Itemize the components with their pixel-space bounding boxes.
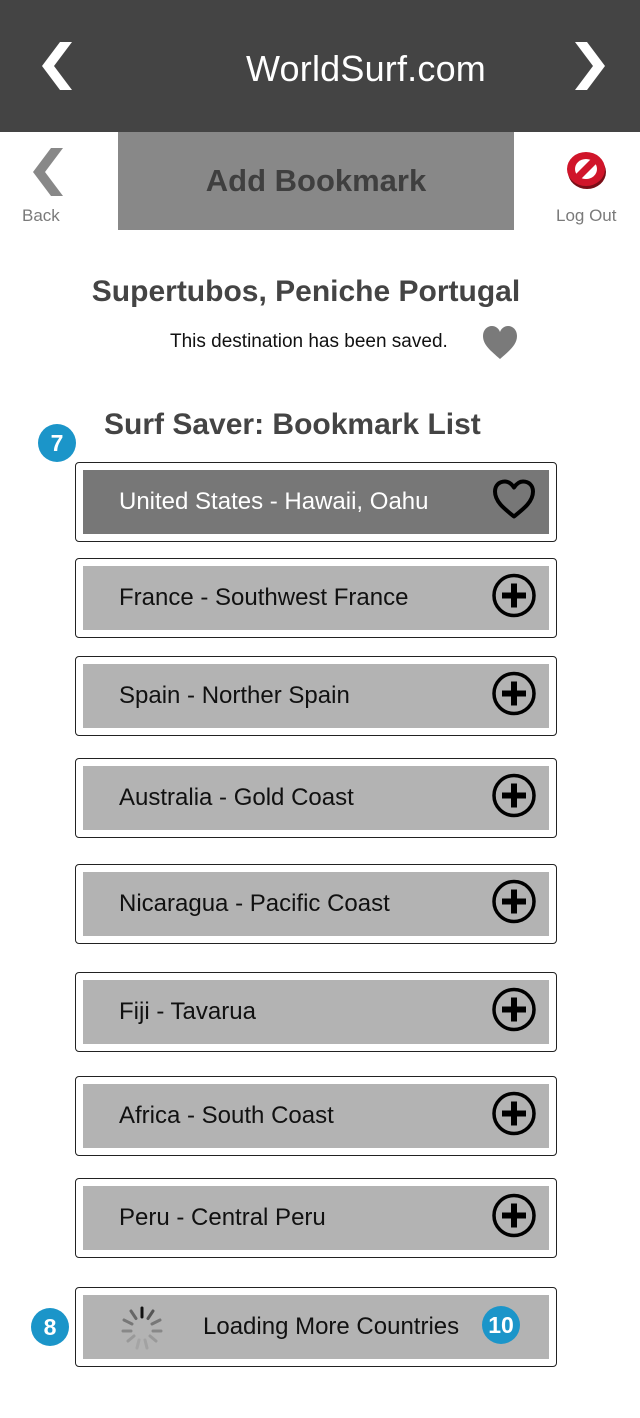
bookmark-item[interactable]: Australia - Gold Coast xyxy=(75,758,557,838)
bookmark-item-label: United States - Hawaii, Oahu xyxy=(119,488,429,515)
bookmark-item-bg: Peru - Central Peru xyxy=(83,1186,549,1250)
bookmark-item[interactable]: Nicaragua - Pacific Coast xyxy=(75,864,557,944)
bookmark-item-label: Peru - Central Peru xyxy=(119,1204,326,1231)
bookmark-item-bg: Fiji - Tavarua xyxy=(83,980,549,1044)
no-entry-icon xyxy=(567,152,606,189)
spinner-icon xyxy=(117,1304,167,1359)
bookmark-list-title: Surf Saver: Bookmark List xyxy=(104,408,481,441)
bookmark-item-label: Fiji - Tavarua xyxy=(119,998,256,1025)
bookmark-item[interactable]: Africa - South Coast xyxy=(75,1076,557,1156)
bookmark-item-label: Spain - Norther Spain xyxy=(119,682,350,709)
load-more-label: Loading More Countries xyxy=(203,1313,460,1340)
bookmark-item-bg: Australia - Gold Coast xyxy=(83,766,549,830)
bookmark-item[interactable]: Peru - Central Peru xyxy=(75,1178,557,1258)
bookmark-item-label: France - Southwest France xyxy=(119,584,409,611)
plus-circle-icon[interactable] xyxy=(491,1193,537,1244)
plus-circle-icon[interactable] xyxy=(491,573,537,624)
load-more-bg: Loading More Countries xyxy=(83,1295,549,1359)
bookmark-item[interactable]: United States - Hawaii, Oahu xyxy=(75,462,557,542)
plus-circle-icon[interactable] xyxy=(491,879,537,930)
heart-icon xyxy=(481,325,519,366)
bookmark-item-label: Australia - Gold Coast xyxy=(119,784,354,811)
chevron-right-icon[interactable] xyxy=(573,40,609,97)
annotation-badge: 10 xyxy=(482,1306,520,1344)
saved-message: This destination has been saved. xyxy=(170,331,448,352)
bookmark-item-label: Nicaragua - Pacific Coast xyxy=(119,890,390,917)
back-label: Back xyxy=(22,206,60,225)
back-chevron-icon xyxy=(33,148,63,196)
bookmark-item-bg: Nicaragua - Pacific Coast xyxy=(83,872,549,936)
app-header: WorldSurf.com xyxy=(0,0,640,132)
tab-add-bookmark[interactable]: Add Bookmark xyxy=(118,132,514,230)
plus-circle-icon[interactable] xyxy=(491,1091,537,1142)
bookmark-item-label: Africa - South Coast xyxy=(119,1102,334,1129)
logout-button[interactable]: Log Out xyxy=(548,148,624,228)
bookmark-item-bg: United States - Hawaii, Oahu xyxy=(83,470,549,534)
annotation-badge: 7 xyxy=(38,424,76,462)
site-title: WorldSurf.com xyxy=(246,48,486,89)
bookmark-item-bg: Spain - Norther Spain xyxy=(83,664,549,728)
bookmark-item[interactable]: Spain - Norther Spain xyxy=(75,656,557,736)
plus-circle-icon[interactable] xyxy=(491,987,537,1038)
bookmark-item-bg: France - Southwest France xyxy=(83,566,549,630)
destination-title: Supertubos, Peniche Portugal xyxy=(91,275,521,308)
logout-label: Log Out xyxy=(556,206,617,225)
back-button[interactable]: Back xyxy=(22,146,68,225)
plus-circle-icon[interactable] xyxy=(491,773,537,824)
plus-circle-icon[interactable] xyxy=(491,671,537,722)
bookmark-item-bg: Africa - South Coast xyxy=(83,1084,549,1148)
annotation-badge: 8 xyxy=(31,1308,69,1346)
heart-outline-icon[interactable] xyxy=(491,479,537,526)
bookmark-item[interactable]: Fiji - Tavarua xyxy=(75,972,557,1052)
bookmark-item[interactable]: France - Southwest France xyxy=(75,558,557,638)
